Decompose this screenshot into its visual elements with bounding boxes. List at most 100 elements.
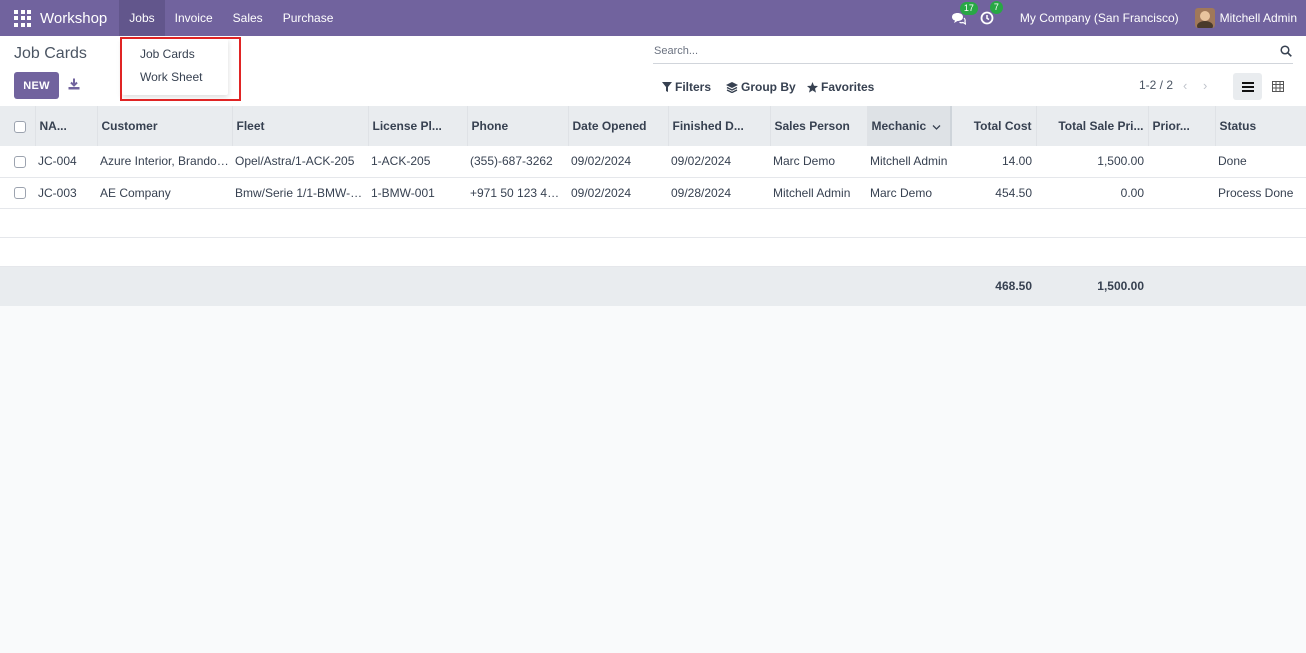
group-by-label: Group By (741, 80, 796, 94)
filters-button[interactable]: Filters (662, 80, 711, 94)
empty-row (0, 237, 1306, 267)
table-header-row: NA... Customer Fleet License Pl... Phone… (0, 106, 1306, 146)
column-header-total-sale-price[interactable]: Total Sale Pri... (1036, 106, 1149, 146)
column-header-license-plate[interactable]: License Pl... (368, 106, 468, 146)
cell-priority[interactable] (1148, 146, 1215, 178)
column-header-sales-person[interactable]: Sales Person (770, 106, 868, 146)
list-view-button[interactable] (1233, 73, 1262, 100)
table-icon (1271, 81, 1284, 92)
empty-row (0, 208, 1306, 238)
page-title: Job Cards (14, 45, 87, 62)
select-all-checkbox[interactable] (14, 120, 26, 133)
dropdown-item-job-cards[interactable]: Job Cards (122, 42, 228, 65)
totals-spacer (0, 266, 951, 306)
cell-sales-person[interactable]: Marc Demo (770, 146, 867, 178)
column-header-customer[interactable]: Customer (97, 106, 233, 146)
app-menu-icon[interactable] (14, 9, 31, 27)
company-switcher[interactable]: My Company (San Francisco) (1020, 11, 1179, 25)
row-checkbox-cell[interactable] (0, 146, 35, 178)
activities-button[interactable]: 7 (980, 1, 1003, 25)
table-row[interactable]: JC-004 Azure Interior, Brandon Freeman O… (0, 146, 1306, 178)
pager-previous-icon[interactable]: ‹ (1183, 78, 1187, 93)
clock-icon (980, 11, 994, 25)
search-input[interactable] (653, 40, 1253, 62)
filter-icon (662, 82, 672, 92)
cell-license-plate[interactable]: 1-ACK-205 (368, 146, 467, 178)
favorites-button[interactable]: Favorites (807, 80, 874, 94)
pivot-view-button[interactable] (1265, 73, 1290, 100)
column-header-priority[interactable]: Prior... (1148, 106, 1216, 146)
cell-phone[interactable]: +971 50 123 4567 (467, 177, 568, 209)
menu-invoice[interactable]: Invoice (165, 0, 223, 36)
pager-value[interactable]: 1-2 / 2 (1139, 78, 1173, 92)
new-button[interactable]: NEW (14, 72, 59, 99)
cell-status[interactable]: Process Done (1215, 177, 1306, 209)
pager-next-icon[interactable]: › (1203, 78, 1207, 93)
row-checkbox-cell[interactable] (0, 177, 35, 209)
top-navbar: Workshop Jobs Invoice Sales Purchase 17 … (0, 0, 1306, 36)
menu-sales[interactable]: Sales (223, 0, 273, 36)
cell-sales-person[interactable]: Mitchell Admin (770, 177, 867, 209)
cell-fleet[interactable]: Bmw/Serie 1/1-BMW-001 (232, 177, 368, 209)
cell-name[interactable]: JC-004 (35, 146, 97, 178)
cell-total-cost[interactable]: 454.50 (951, 177, 1036, 209)
mechanic-header-label: Mechanic (871, 119, 927, 133)
cell-status[interactable]: Done (1215, 146, 1306, 178)
total-sale-price-sum: 1,500.00 (1036, 266, 1148, 306)
search-icon[interactable] (1280, 45, 1292, 57)
cell-total-sale-price[interactable]: 0.00 (1036, 177, 1148, 209)
cell-finished-date[interactable]: 09/28/2024 (668, 177, 770, 209)
cell-finished-date[interactable]: 09/02/2024 (668, 146, 770, 178)
row-checkbox[interactable] (14, 187, 26, 200)
menu-jobs[interactable]: Jobs (119, 0, 165, 36)
cell-date-opened[interactable]: 09/02/2024 (568, 177, 668, 209)
empty-cell (0, 208, 1306, 238)
activities-count-badge: 7 (989, 1, 1003, 14)
menu-purchase[interactable]: Purchase (273, 0, 344, 36)
table-row[interactable]: JC-003 AE Company Bmw/Serie 1/1-BMW-001 … (0, 177, 1306, 209)
totals-row: 468.50 1,500.00 (0, 266, 1306, 306)
layers-icon (726, 81, 738, 93)
totals-trailing (1148, 266, 1306, 306)
jobs-dropdown-menu: Job Cards Work Sheet (122, 39, 228, 95)
job-cards-table: NA... Customer Fleet License Pl... Phone… (0, 106, 1306, 306)
cell-customer[interactable]: Azure Interior, Brandon Freeman (97, 146, 232, 178)
cell-mechanic[interactable]: Mitchell Admin (867, 146, 951, 178)
select-all-checkbox-cell[interactable] (0, 106, 36, 146)
search-bar (653, 40, 1293, 64)
cell-name[interactable]: JC-003 (35, 177, 97, 209)
filters-label: Filters (675, 80, 712, 94)
messages-count-badge: 17 (959, 1, 978, 15)
column-header-status[interactable]: Status (1215, 106, 1306, 146)
cell-phone[interactable]: (355)-687-3262 (467, 146, 568, 178)
dropdown-item-work-sheet[interactable]: Work Sheet (122, 65, 228, 88)
cell-total-sale-price[interactable]: 1,500.00 (1036, 146, 1148, 178)
messages-button[interactable]: 17 (951, 1, 978, 25)
column-header-fleet[interactable]: Fleet (232, 106, 369, 146)
chevron-down-icon (932, 125, 941, 130)
group-by-button[interactable]: Group By (726, 80, 796, 94)
cell-license-plate[interactable]: 1-BMW-001 (368, 177, 467, 209)
user-avatar[interactable] (1194, 8, 1215, 28)
user-menu[interactable]: Mitchell Admin (1220, 11, 1297, 25)
cell-customer[interactable]: AE Company (97, 177, 232, 209)
cell-mechanic[interactable]: Marc Demo (867, 177, 951, 209)
cell-date-opened[interactable]: 09/02/2024 (568, 146, 668, 178)
column-header-date-opened[interactable]: Date Opened (568, 106, 669, 146)
column-header-finished-date[interactable]: Finished D... (668, 106, 771, 146)
column-header-name[interactable]: NA... (35, 106, 98, 146)
row-checkbox[interactable] (14, 156, 26, 169)
total-cost-sum: 468.50 (951, 266, 1036, 306)
column-header-total-cost[interactable]: Total Cost (951, 106, 1037, 146)
column-header-phone[interactable]: Phone (467, 106, 569, 146)
app-title[interactable]: Workshop (40, 10, 107, 27)
favorites-label: Favorites (821, 80, 875, 94)
download-icon[interactable] (68, 78, 80, 93)
cell-priority[interactable] (1148, 177, 1215, 209)
cell-total-cost[interactable]: 14.00 (951, 146, 1036, 178)
cell-fleet[interactable]: Opel/Astra/1-ACK-205 (232, 146, 368, 178)
star-icon (807, 81, 818, 93)
list-icon (1241, 81, 1254, 92)
column-header-mechanic[interactable]: Mechanic (867, 106, 952, 146)
empty-cell (0, 237, 1306, 267)
